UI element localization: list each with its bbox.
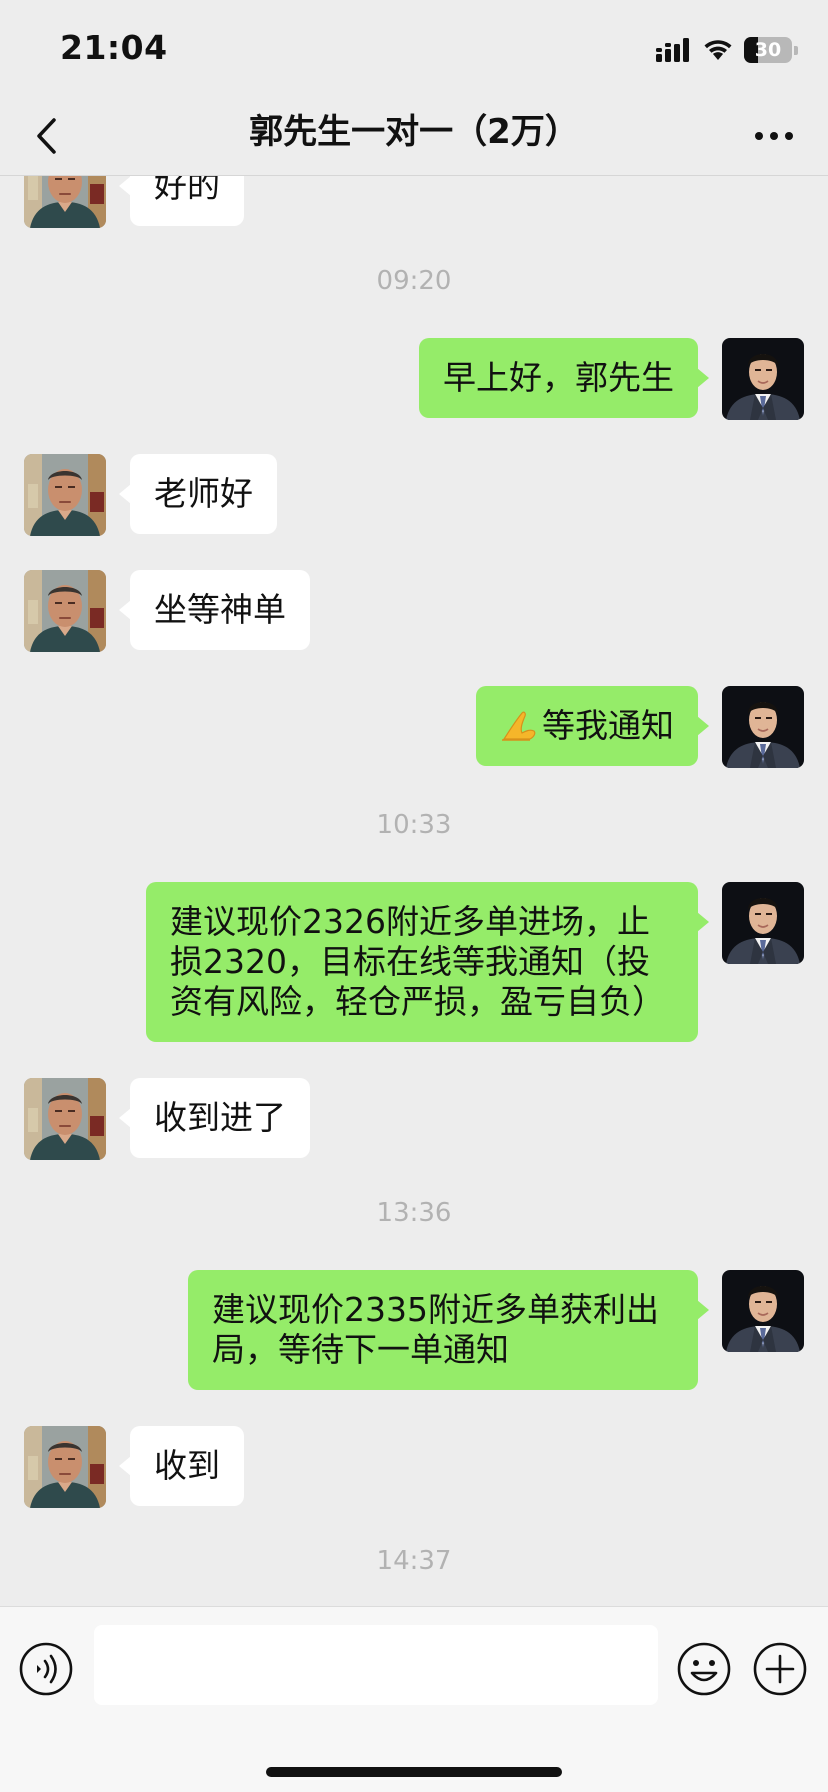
my-avatar[interactable] (722, 686, 804, 768)
message-row: 早上好，郭先生 (0, 338, 828, 420)
message-bubble[interactable]: 建议现价2335附近多单获利出局，等待下一单通知 (188, 1270, 709, 1390)
message-timestamp: 14:37 (376, 1546, 452, 1576)
message-row: 老师好 (0, 454, 828, 536)
ellipsis-icon (755, 132, 793, 140)
signal-icon (656, 38, 689, 62)
message-bubble[interactable]: 收到 (119, 1426, 244, 1506)
message-row: 建议现价2326附近多单进场，止损2320，目标在线等我通知（投资有风险，轻仓严… (0, 882, 828, 1044)
message-bubble[interactable]: 早上好，郭先生 (419, 338, 709, 418)
more-button[interactable] (746, 114, 802, 158)
contact-avatar[interactable] (24, 1426, 106, 1508)
message-row: 收到 (0, 1426, 828, 1508)
status-icons: 30 (656, 34, 798, 66)
chevron-left-icon (37, 118, 56, 154)
back-button[interactable] (24, 114, 68, 158)
message-list[interactable]: 好的 09:20 早上好，郭先生 老师好 坐等神单 等我通知 10:33 建议现… (0, 176, 828, 1606)
input-bar (0, 1606, 828, 1792)
message-bubble[interactable]: 建议现价2326附近多单进场，止损2320，目标在线等我通知（投资有风险，轻仓严… (146, 882, 709, 1042)
message-timestamp: 13:36 (376, 1198, 452, 1228)
message-bubble[interactable]: 老师好 (119, 454, 277, 534)
chat-screen: 21:04 30 郭先生一对一（2万） 好的 09:20 早上好，郭先生 老师好… (0, 0, 828, 1792)
message-bubble[interactable]: 好的 (119, 176, 244, 226)
my-avatar[interactable] (722, 882, 804, 964)
message-bubble[interactable]: 收到进了 (119, 1078, 310, 1158)
voice-button[interactable] (18, 1641, 74, 1697)
nav-bar: 郭先生一对一（2万） (0, 100, 828, 176)
folded-hands-icon (502, 711, 536, 741)
battery-nub (794, 45, 798, 55)
contact-avatar[interactable] (24, 570, 106, 652)
home-indicator[interactable] (266, 1767, 562, 1777)
message-timestamp: 09:20 (376, 266, 452, 296)
wifi-icon (704, 40, 732, 60)
my-avatar[interactable] (722, 1270, 804, 1352)
contact-avatar[interactable] (24, 454, 106, 536)
message-row: 等我通知 (0, 686, 828, 772)
status-time: 21:04 (60, 28, 168, 67)
contact-avatar[interactable] (24, 176, 106, 228)
message-text: 等我通知 (542, 706, 674, 745)
battery-icon: 30 (744, 37, 792, 63)
contact-avatar[interactable] (24, 1078, 106, 1160)
battery-percent: 30 (754, 39, 782, 61)
chat-title: 郭先生一对一（2万） (249, 112, 579, 152)
message-row: 好的 (0, 176, 828, 228)
message-timestamp: 10:33 (376, 810, 452, 840)
message-row: 建议现价2335附近多单获利出局，等待下一单通知 (0, 1270, 828, 1392)
message-row: 收到进了 (0, 1078, 828, 1160)
message-bubble[interactable]: 等我通知 (476, 686, 709, 766)
message-bubble[interactable]: 坐等神单 (119, 570, 310, 650)
message-input[interactable] (94, 1625, 658, 1705)
status-bar: 21:04 30 (0, 0, 828, 100)
message-row: 坐等神单 (0, 570, 828, 652)
plus-circle-icon[interactable] (752, 1641, 808, 1697)
smiley-icon[interactable] (676, 1641, 732, 1697)
my-avatar[interactable] (722, 338, 804, 420)
